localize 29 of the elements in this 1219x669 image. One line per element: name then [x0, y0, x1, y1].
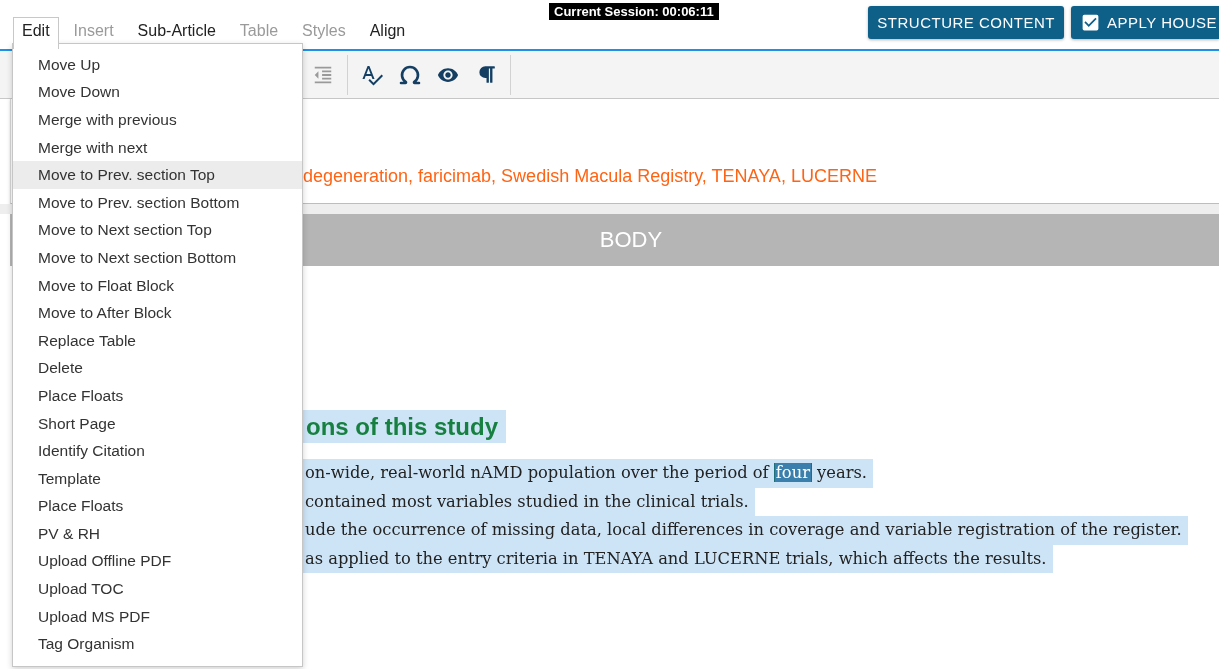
pilcrow-icon[interactable]: [476, 65, 496, 84]
menu-item[interactable]: Upload TOC: [13, 575, 302, 603]
section-heading: ons of this study: [303, 410, 506, 443]
menu-item[interactable]: Merge with next: [13, 133, 302, 162]
menu-item[interactable]: Upload MS PDF: [13, 602, 302, 631]
menu-item[interactable]: Replace Table: [13, 326, 302, 355]
menu-item[interactable]: Tag Organism: [13, 630, 302, 659]
menu-item[interactable]: Template: [13, 464, 302, 493]
menu-item[interactable]: Move Down: [13, 78, 302, 107]
menu-item[interactable]: Merge with previous: [13, 106, 302, 134]
menu-item[interactable]: Delete: [13, 354, 302, 383]
menu-item[interactable]: Move to Prev. section Top: [13, 161, 302, 189]
checkbox-icon[interactable]: [1080, 12, 1101, 33]
menu-item[interactable]: Place Floats: [13, 492, 302, 521]
menu-item[interactable]: PV & RH: [13, 520, 302, 548]
menu-item[interactable]: Move to Prev. section Bottom: [13, 188, 302, 217]
menu-tab[interactable]: Edit: [13, 17, 59, 49]
menu-item[interactable]: Move Up: [13, 51, 302, 79]
action-button[interactable]: STRUCTURE CONTENT: [868, 6, 1064, 39]
menu-item[interactable]: Move to Next section Top: [13, 216, 302, 245]
menu-item[interactable]: Move to Float Block: [13, 271, 302, 300]
keywords-text: degeneration, faricimab, Swedish Macula Registry, TENAYA, LUCERNE: [303, 165, 878, 187]
menu-item[interactable]: Place Floats: [13, 382, 302, 410]
session-timer: Current Session: 00:06:11: [549, 3, 719, 20]
menu-item[interactable]: Short Page: [13, 409, 302, 438]
menu-item[interactable]: Upload Offline PDF: [13, 547, 302, 576]
action-button[interactable]: APPLY HOUSE: [1071, 6, 1219, 39]
menu-item[interactable]: Move to After Block: [13, 299, 302, 327]
menu-item[interactable]: Identify Citation: [13, 437, 302, 465]
